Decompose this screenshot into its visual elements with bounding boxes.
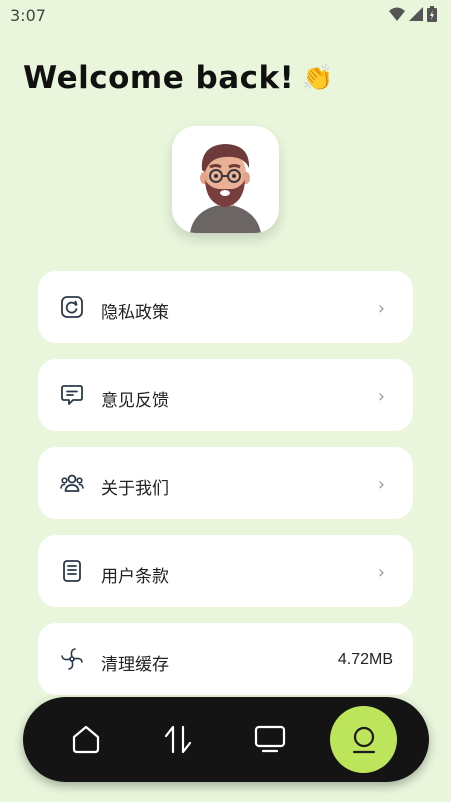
nav-profile[interactable] (330, 706, 397, 773)
status-bar: 3:07 (0, 0, 451, 30)
chevron-right-icon: › (377, 474, 385, 495)
avatar[interactable] (172, 126, 279, 233)
page-title: Welcome back! (23, 60, 295, 96)
avatar-illustration (172, 126, 279, 233)
menu-item-label: 关于我们 (101, 479, 169, 499)
status-icons (389, 6, 437, 22)
signal-icon (409, 7, 423, 21)
refresh-square-icon (61, 296, 83, 318)
clapping-hands-icon: 👏 (302, 63, 334, 92)
message-icon (61, 385, 83, 405)
chevron-right-icon: › (377, 386, 385, 407)
menu-item-about-us[interactable]: 关于我们 › (38, 447, 413, 519)
chevron-right-icon: › (377, 298, 385, 319)
menu-item-label: 清理缓存 (101, 655, 169, 675)
tv-icon (254, 725, 286, 753)
menu-item-label: 意见反馈 (101, 391, 169, 411)
menu-item-user-terms[interactable]: 用户条款 › (38, 535, 413, 607)
chevron-right-icon: › (377, 562, 385, 583)
people-icon (60, 474, 84, 492)
battery-icon (427, 6, 437, 22)
wifi-icon (389, 7, 405, 21)
cache-size-value: 4.72MB (337, 651, 393, 668)
nav-home[interactable] (64, 717, 108, 761)
nav-tv[interactable] (248, 717, 292, 761)
profile-icon (352, 726, 375, 753)
bottom-navigation (23, 697, 429, 782)
menu-item-label: 隐私政策 (101, 303, 169, 323)
menu-item-clear-cache[interactable]: 清理缓存 4.72MB (38, 623, 413, 695)
menu-item-label: 用户条款 (101, 567, 169, 587)
status-time: 3:07 (10, 6, 46, 25)
transfer-icon (164, 725, 192, 754)
nav-transfer[interactable] (156, 717, 200, 761)
menu-item-feedback[interactable]: 意见反馈 › (38, 359, 413, 431)
home-icon (72, 725, 100, 754)
menu-item-privacy-policy[interactable]: 隐私政策 › (38, 271, 413, 343)
welcome-header: Welcome back! 👏 (23, 60, 334, 96)
document-icon (63, 560, 81, 582)
fan-icon (61, 648, 83, 670)
